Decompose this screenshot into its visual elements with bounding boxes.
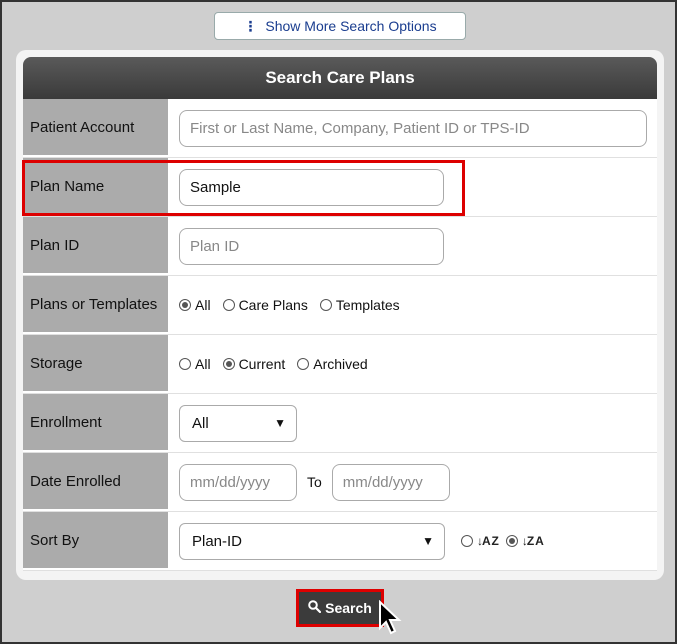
sort-ascending-icon: ↓A Z <box>477 534 499 548</box>
radio-dot[interactable] <box>222 299 235 311</box>
row-plan-name: Plan Name <box>23 158 657 217</box>
row-date-enrolled: Date Enrolled To <box>23 453 657 512</box>
sort-by-select[interactable]: Plan-ID ▼ <box>179 522 445 560</box>
row-plans-or-templates: Plans or Templates All Care Plans Templa… <box>23 276 657 335</box>
radio-sort-ascending[interactable]: ↓A Z <box>461 534 499 548</box>
radio-dot[interactable] <box>222 358 235 370</box>
radio-sort-descending[interactable]: ↓Z A <box>505 534 544 548</box>
patient-account-label: Patient Account <box>23 99 168 157</box>
plan-name-cell <box>168 158 657 216</box>
date-to-label: To <box>307 474 322 490</box>
radio-dot[interactable] <box>179 299 191 311</box>
row-plan-id: Plan ID <box>23 217 657 276</box>
row-storage: Storage All Current Archived <box>23 335 657 394</box>
show-more-search-options-button[interactable]: ⋮ Show More Search Options <box>214 12 466 40</box>
radio-dot[interactable] <box>297 358 310 370</box>
sort-descending-icon: ↓Z A <box>521 534 544 548</box>
date-from-input[interactable] <box>179 463 297 501</box>
storage-radio-group: All Current Archived <box>179 356 368 372</box>
patient-account-cell <box>168 99 657 157</box>
sort-order-radio-group: ↓A Z ↓Z A <box>461 534 544 548</box>
radio-plans-all[interactable]: All <box>179 297 211 313</box>
plans-or-templates-label: Plans or Templates <box>23 276 168 334</box>
search-icon <box>308 600 322 616</box>
sort-by-cell: Plan-ID ▼ ↓A Z ↓Z A <box>168 512 657 570</box>
sort-by-value: Plan-ID <box>192 532 243 550</box>
date-enrolled-cell: To <box>168 453 657 511</box>
show-more-label: Show More Search Options <box>265 18 437 34</box>
radio-templates[interactable]: Templates <box>319 297 400 313</box>
row-enrollment: Enrollment All ▼ <box>23 394 657 453</box>
vertical-ellipsis-icon: ⋮ <box>243 17 258 34</box>
sort-by-label: Sort By <box>23 512 168 570</box>
radio-storage-archived[interactable]: Archived <box>297 356 368 372</box>
radio-dot[interactable] <box>179 358 191 370</box>
storage-cell: All Current Archived <box>168 335 657 393</box>
radio-storage-current[interactable]: Current <box>222 356 286 372</box>
patient-account-input[interactable] <box>179 109 647 147</box>
panel-title: Search Care Plans <box>23 57 657 99</box>
plan-name-input[interactable] <box>179 168 444 206</box>
radio-storage-all[interactable]: All <box>179 356 211 372</box>
enrollment-value: All <box>192 414 209 432</box>
enrollment-select[interactable]: All ▼ <box>179 404 297 442</box>
search-button-highlight: Search <box>296 589 384 627</box>
plan-name-label: Plan Name <box>23 158 168 216</box>
chevron-down-icon: ▼ <box>274 416 286 430</box>
radio-label: All <box>195 297 211 313</box>
chevron-down-icon: ▼ <box>422 534 434 548</box>
enrollment-cell: All ▼ <box>168 394 657 452</box>
search-panel: Search Care Plans Patient Account Plan N… <box>16 50 664 580</box>
radio-care-plans[interactable]: Care Plans <box>222 297 308 313</box>
storage-label: Storage <box>23 335 168 393</box>
row-patient-account: Patient Account <box>23 99 657 158</box>
search-button-label: Search <box>325 600 372 616</box>
radio-dot[interactable] <box>505 535 518 547</box>
radio-dot[interactable] <box>461 535 473 547</box>
radio-label: Care Plans <box>238 297 308 313</box>
plans-or-templates-radio-group: All Care Plans Templates <box>179 297 400 313</box>
plan-id-input[interactable] <box>179 227 444 265</box>
date-enrolled-label: Date Enrolled <box>23 453 168 511</box>
mouse-cursor-icon <box>379 600 402 635</box>
form-rows: Patient Account Plan Name Plan ID Plans … <box>23 99 657 571</box>
date-to-input[interactable] <box>331 463 450 501</box>
radio-label: Archived <box>313 356 368 372</box>
radio-label: All <box>195 356 211 372</box>
plan-id-cell <box>168 217 657 275</box>
search-button[interactable]: Search <box>299 592 381 624</box>
radio-label: Templates <box>335 297 400 313</box>
plan-id-label: Plan ID <box>23 217 168 275</box>
radio-dot[interactable] <box>319 299 332 311</box>
plans-or-templates-cell: All Care Plans Templates <box>168 276 657 334</box>
window-frame: ⋮ Show More Search Options Search Care P… <box>0 0 677 644</box>
enrollment-label: Enrollment <box>23 394 168 452</box>
radio-label: Current <box>238 356 286 372</box>
row-sort-by: Sort By Plan-ID ▼ ↓A Z ↓Z A <box>23 512 657 571</box>
